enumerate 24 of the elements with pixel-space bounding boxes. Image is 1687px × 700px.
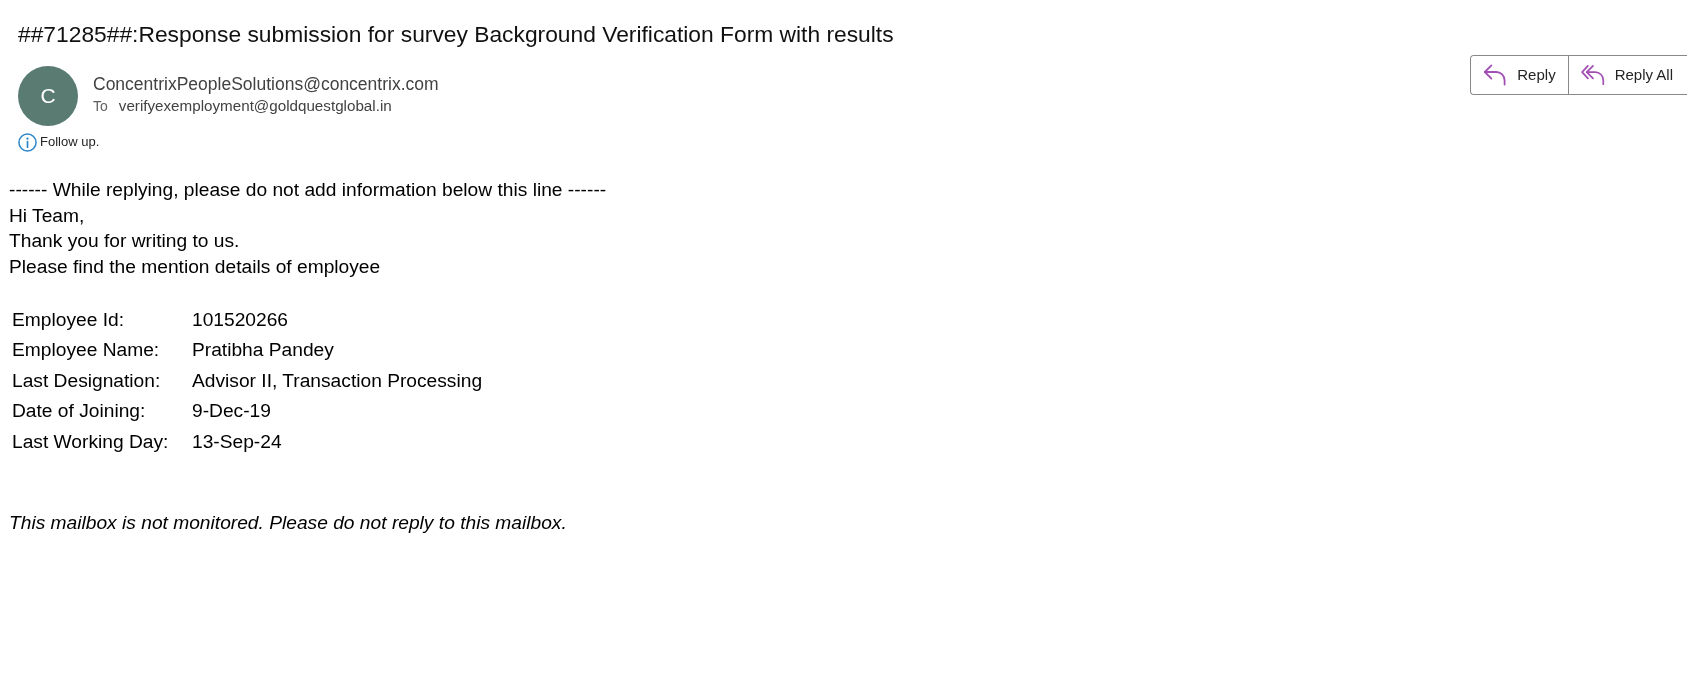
follow-up-text: Follow up.: [40, 133, 100, 151]
detail-label: Last Working Day:: [12, 430, 169, 452]
detail-value: 101520266: [192, 308, 289, 330]
reply-all-arrow-icon: [1580, 64, 1605, 86]
detail-label: Employee Id:: [12, 308, 124, 330]
detail-value: 13-Sep-24: [192, 430, 282, 452]
recipient-address: verifyexemployment@goldquestglobal.in: [118, 97, 392, 114]
body-text: Hi Team,: [9, 203, 86, 228]
detail-value: Advisor II, Transaction Processing: [192, 369, 483, 391]
detail-label: Date of Joining:: [12, 400, 146, 422]
info-icon: [18, 132, 37, 152]
separator-notice: ------ While replying, please do not add information below this line ------: [9, 178, 608, 202]
footer-notice: This mailbox is not monitored. Please do not reply to this mailbox.: [9, 510, 568, 535]
body-text: Thank you for writing to us.: [9, 229, 241, 253]
to-label: To: [93, 98, 108, 114]
detail-value: Pratibha Pandey: [192, 339, 334, 361]
reply-arrow-icon: [1483, 64, 1508, 86]
sender-address: ConcentrixPeopleSolutions@concentrix.com: [93, 73, 439, 95]
body-text: Please find the mention details of employee: [9, 254, 382, 279]
avatar-initial: C: [18, 66, 78, 126]
email-subject: ##71285##:Response submission for survey Background Verification Form with results: [18, 20, 895, 49]
detail-label: Last Designation:: [12, 369, 161, 391]
detail-value: 9-Dec-19: [192, 400, 271, 422]
detail-label: Employee Name:: [12, 339, 160, 361]
